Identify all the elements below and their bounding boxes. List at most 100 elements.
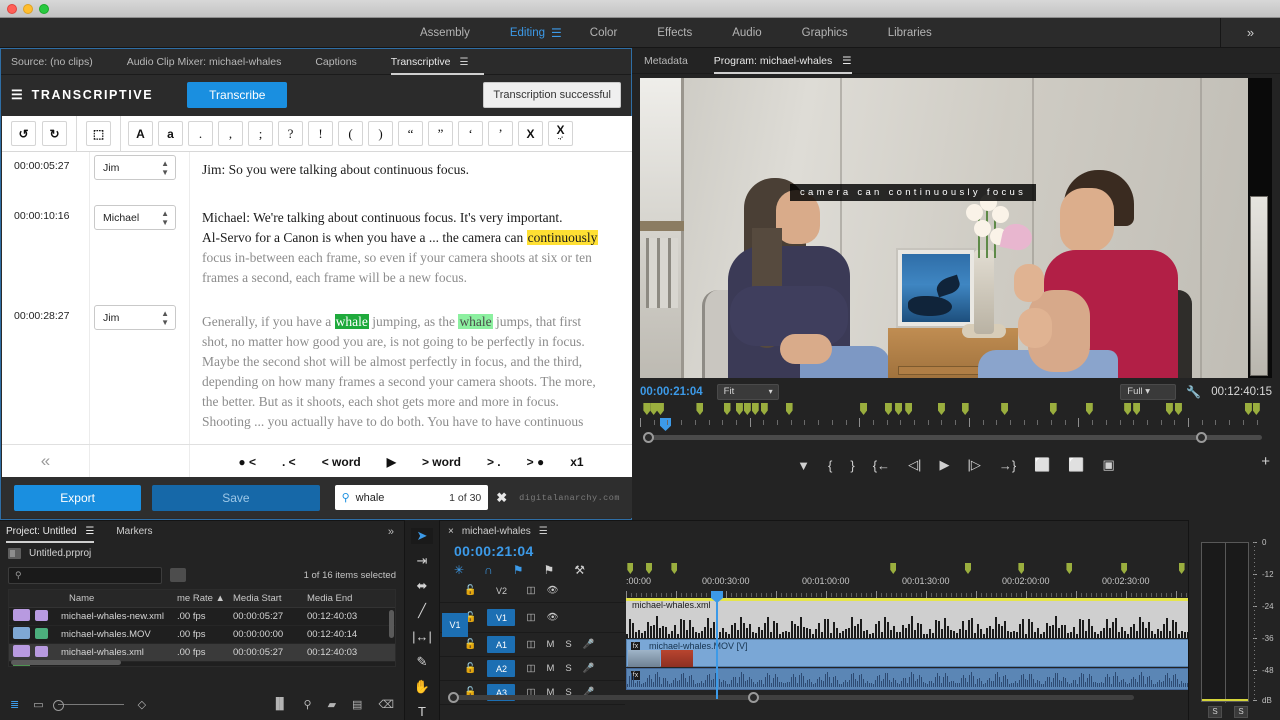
clear-search-icon[interactable]: ✖	[496, 490, 507, 506]
track-label-v2[interactable]: V2	[487, 582, 515, 599]
go-to-in-button[interactable]: {←	[873, 458, 890, 473]
delete-punctuation-button[interactable]: X .,-	[548, 121, 573, 146]
microphone-icon[interactable]: 🎤	[583, 663, 595, 674]
workspace-tab-graphics[interactable]: Graphics	[782, 27, 868, 39]
project-horizontal-scrollbar[interactable]	[11, 660, 121, 665]
step-back-button[interactable]: ◁|	[908, 457, 921, 473]
new-bin-icon[interactable]	[170, 568, 186, 582]
tab-source[interactable]: Source: (no clips)	[11, 49, 109, 75]
delete-button[interactable]: ⌫	[378, 698, 394, 711]
next-sentence-button[interactable]: > .	[487, 455, 501, 469]
next-word-button[interactable]: > word	[422, 455, 461, 469]
project-vertical-scrollbar[interactable]	[389, 610, 394, 638]
timeline-marker[interactable]	[760, 403, 768, 415]
column-header-media-end[interactable]: Media End	[307, 593, 381, 604]
timeline-marker[interactable]	[643, 403, 651, 415]
timeline-marker[interactable]	[656, 403, 664, 415]
timeline-marker[interactable]	[905, 403, 913, 415]
timeline-clip-v1[interactable]: fx michael-whales.MOV [V]	[626, 639, 1280, 667]
settings-wrench-icon[interactable]: 🔧	[1186, 385, 1201, 399]
transcript-paragraph[interactable]: Jim: So you were talking about continuou…	[202, 160, 616, 180]
thumbnail-size-slider[interactable]	[52, 699, 124, 711]
track-label-a2[interactable]: A2	[487, 660, 516, 677]
timeline-clip-v2[interactable]: michael-whales.xml	[626, 598, 1280, 638]
audio-meter-box[interactable]	[1201, 542, 1249, 703]
linked-selection-icon[interactable]: ⚑	[513, 563, 524, 577]
timeline-marker[interactable]	[723, 403, 731, 415]
sequence-marker[interactable]	[1178, 563, 1185, 574]
table-row[interactable]: michael-whales-new.xml .00 fps 00:00:05:…	[9, 608, 395, 626]
uppercase-button[interactable]: A	[128, 121, 153, 146]
sync-lock-icon[interactable]: ◫	[526, 612, 535, 623]
program-scroll-track[interactable]	[650, 435, 1262, 440]
search-input[interactable]: ⚲ whale 1 of 30	[334, 485, 489, 510]
workspace-overflow-button[interactable]: »	[1220, 17, 1280, 48]
workspace-menu-icon[interactable]: ☰	[551, 26, 570, 40]
program-menu-icon[interactable]: ☰	[842, 55, 851, 67]
timeline-marker[interactable]	[1085, 403, 1093, 415]
tab-sequence-michael-whales[interactable]: michael-whales	[462, 526, 531, 537]
new-bin-button[interactable]: ▰	[328, 698, 336, 711]
timeline-marker[interactable]	[1001, 403, 1009, 415]
timeline-marker[interactable]	[937, 403, 945, 415]
timeline-marker[interactable]	[895, 403, 903, 415]
timeline-scroll-track[interactable]	[454, 695, 1134, 700]
workspace-tab-libraries[interactable]: Libraries	[868, 27, 952, 39]
mark-in-button[interactable]: {	[828, 458, 832, 473]
type-tool[interactable]: T	[411, 704, 433, 720]
pen-tool[interactable]: ✎	[411, 654, 433, 670]
track-header-v2[interactable]: 🔓 V2 ◫ 👁	[440, 579, 625, 603]
timeline-marker[interactable]	[961, 403, 969, 415]
timeline-marker[interactable]	[1174, 403, 1182, 415]
play-button[interactable]: ▶	[387, 455, 396, 469]
question-button[interactable]: ?	[278, 121, 303, 146]
solo-button-left[interactable]: S	[1208, 706, 1222, 718]
column-header-frame-rate[interactable]: me Rate ▲	[177, 593, 233, 604]
track-header-a2[interactable]: 🔓 A2 ◫ M S 🎤	[440, 657, 625, 681]
program-scroll-handle-left[interactable]	[643, 432, 654, 443]
table-row[interactable]: michael-whales.MOV .00 fps 00:00:00:00 0…	[9, 626, 395, 644]
prev-speaker-button[interactable]: ● <	[238, 455, 256, 469]
project-menu-icon[interactable]: ☰	[85, 526, 94, 537]
filter-bin-button[interactable]: ▐▌	[272, 698, 288, 711]
timeline-playhead-timecode[interactable]: 00:00:21:04	[454, 543, 534, 559]
solo-button-right[interactable]: S	[1234, 706, 1248, 718]
timeline-clip-a1[interactable]: fx	[626, 668, 1280, 690]
source-track-indicator-v1[interactable]: V1	[442, 613, 468, 637]
mute-button[interactable]: M	[546, 639, 554, 650]
program-scroll-handle-right[interactable]	[1196, 432, 1207, 443]
program-video-frame[interactable]: camera can continuously focus	[640, 78, 1272, 378]
lowercase-button[interactable]: a	[158, 121, 183, 146]
solo-button[interactable]: S	[565, 663, 571, 674]
tab-program-michael-whales[interactable]: Program: michael-whales ☰	[713, 48, 852, 74]
selection-tool[interactable]: ➤	[411, 528, 433, 545]
close-sequence-icon[interactable]: ×	[448, 526, 454, 537]
speaker-select[interactable]: Michael ▲ ▼	[94, 205, 176, 230]
timeline-marker[interactable]	[735, 403, 743, 415]
track-select-forward-tool[interactable]: ⇥	[411, 553, 433, 569]
play-stop-button[interactable]: ▶	[939, 457, 949, 473]
timeline-marker[interactable]	[1244, 403, 1252, 415]
timeline-playhead[interactable]	[711, 591, 723, 699]
timeline-marker[interactable]	[1049, 403, 1057, 415]
export-frame-button[interactable]: ▣	[1103, 457, 1115, 473]
timeline-marker[interactable]	[1124, 403, 1132, 415]
sequence-marker[interactable]	[965, 563, 971, 574]
eye-icon[interactable]: 👁	[546, 612, 558, 623]
minimize-icon[interactable]	[23, 4, 33, 14]
crop-icon[interactable]: ⬚	[86, 121, 111, 146]
window-controls[interactable]	[7, 4, 49, 14]
next-speaker-button[interactable]: > ●	[527, 455, 545, 469]
maximize-icon[interactable]	[39, 4, 49, 14]
tab-markers[interactable]: Markers	[116, 521, 152, 543]
program-marker-track[interactable]	[640, 403, 1272, 417]
mute-button[interactable]: M	[546, 663, 554, 674]
tab-audio-clip-mixer[interactable]: Audio Clip Mixer: michael-whales	[127, 49, 298, 75]
prev-word-button[interactable]: < word	[322, 455, 361, 469]
export-button[interactable]: Export	[14, 484, 142, 511]
prev-sentence-button[interactable]: . <	[282, 455, 296, 469]
timeline-scroll-handle-left[interactable]	[448, 692, 459, 703]
lock-icon[interactable]: 🔓	[464, 663, 476, 674]
transcribe-button[interactable]: Transcribe	[187, 82, 288, 108]
mark-out-button[interactable]: }	[850, 458, 854, 473]
